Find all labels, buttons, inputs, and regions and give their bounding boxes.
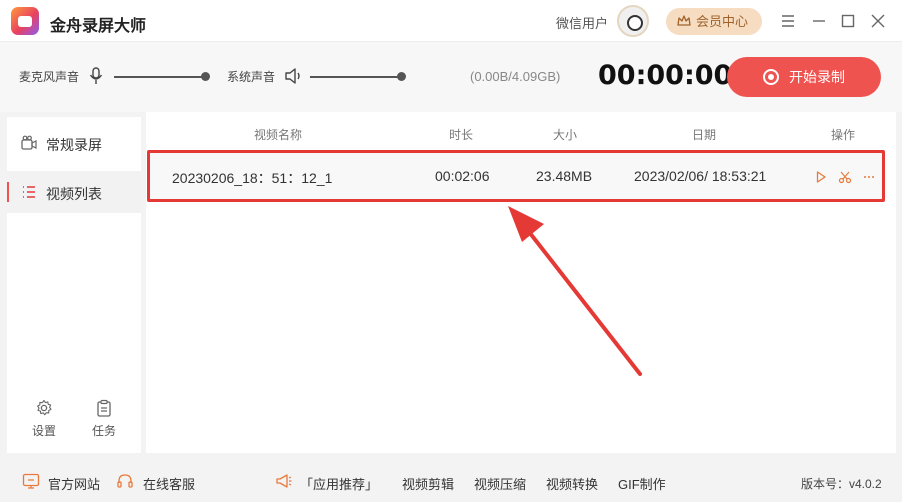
system-volume-knob[interactable]	[397, 72, 406, 81]
more-icon[interactable]	[862, 170, 876, 184]
app-recommend-label: 「应用推荐」	[300, 477, 379, 492]
scissors-icon[interactable]	[838, 170, 852, 184]
maximize-icon[interactable]	[839, 12, 857, 30]
close-icon[interactable]	[869, 12, 887, 30]
column-header-date: 日期	[692, 128, 717, 142]
menu-icon[interactable]	[779, 12, 797, 30]
mic-volume-knob[interactable]	[201, 72, 210, 81]
mic-volume-slider[interactable]	[114, 76, 206, 78]
system-volume-slider[interactable]	[310, 76, 402, 78]
gear-icon	[37, 399, 52, 416]
app-title: 金舟录屏大师	[50, 18, 147, 35]
settings-label: 设置	[31, 424, 56, 438]
video-camera-icon	[21, 135, 37, 150]
recording-controls: 麦克风声音 系统声音 (0.00B/4.09GB) 00:00:00 开始录制	[0, 42, 902, 112]
online-support-link[interactable]: 在线客服	[143, 474, 195, 493]
table-row[interactable]: 20230206_18：51：12_1 00:02:06 23.48MB 202…	[147, 150, 885, 202]
minimize-icon[interactable]	[810, 12, 828, 30]
sidebar-item-label: 常规录屏	[46, 137, 102, 153]
sidebar-item-video-list[interactable]: 视频列表	[7, 171, 141, 213]
column-header-name: 视频名称	[254, 128, 303, 142]
megaphone-icon	[276, 474, 292, 488]
vip-center-label: 会员中心	[696, 14, 749, 29]
sidebar-item-label: 视频列表	[46, 186, 102, 202]
start-recording-label: 开始录制	[789, 69, 845, 85]
tasks-label: 任务	[91, 424, 116, 438]
microphone-icon[interactable]	[89, 67, 103, 85]
annotation-arrow-icon	[508, 206, 642, 376]
recording-timer: 00:00:00	[598, 60, 733, 91]
speaker-icon[interactable]	[284, 68, 302, 84]
video-convert-link[interactable]: 视频转换	[546, 474, 598, 493]
gif-maker-link[interactable]: GIF制作	[618, 474, 666, 493]
clipboard-icon	[97, 399, 111, 417]
version-label: 版本号：v4.0.2	[801, 477, 882, 491]
video-compress-link[interactable]: 视频压缩	[474, 474, 526, 493]
settings-button[interactable]: 设置	[24, 399, 64, 443]
video-edit-link[interactable]: 视频剪辑	[402, 474, 454, 493]
official-website-link[interactable]: 官方网站	[48, 474, 100, 493]
title-bar: 金舟录屏大师 微信用户 会员中心	[0, 0, 902, 42]
system-volume-label: 系统声音	[227, 70, 276, 84]
list-icon	[23, 186, 35, 198]
vip-center-button[interactable]: 会员中心	[666, 8, 762, 35]
storage-usage: (0.00B/4.09GB)	[470, 69, 561, 84]
website-icon[interactable]	[22, 472, 40, 490]
mic-volume-label: 麦克风声音	[19, 70, 80, 84]
start-recording-button[interactable]: 开始录制	[727, 57, 881, 97]
column-header-size: 大小	[553, 128, 578, 142]
tasks-button[interactable]: 任务	[84, 399, 124, 443]
sidebar-item-regular-recording[interactable]: 常规录屏	[7, 122, 141, 164]
app-logo-icon	[11, 7, 39, 35]
sidebar: 常规录屏 视频列表 设置 任务	[7, 117, 141, 453]
video-size-cell: 23.48MB	[536, 168, 593, 184]
record-icon	[763, 69, 779, 85]
column-header-duration: 时长	[449, 128, 474, 142]
column-header-actions: 操作	[831, 128, 856, 142]
footer: 官方网站 在线客服 「应用推荐」 视频剪辑 视频压缩 视频转换 GIF制作 版本…	[0, 460, 902, 502]
crown-icon	[677, 15, 691, 26]
video-name-cell: 20230206_18：51：12_1	[172, 170, 333, 186]
play-icon[interactable]	[814, 170, 828, 184]
headset-icon[interactable]	[116, 472, 134, 490]
video-duration-cell: 00:02:06	[435, 168, 490, 184]
avatar[interactable]	[617, 5, 649, 37]
video-date-cell: 2023/02/06/ 18:53:21	[634, 168, 767, 184]
user-name[interactable]: 微信用户	[556, 13, 608, 32]
